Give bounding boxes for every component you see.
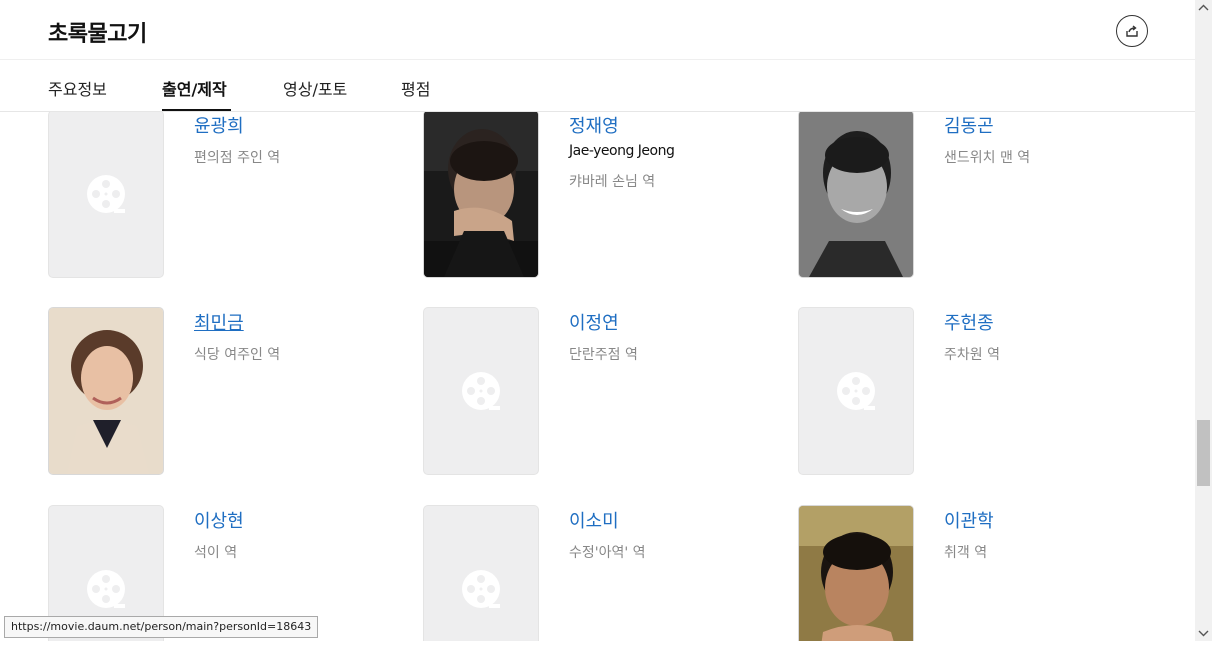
tab-main-info[interactable]: 주요정보	[48, 76, 107, 100]
cast-name-link[interactable]: 이상현	[194, 507, 244, 533]
person-photo[interactable]	[423, 110, 539, 278]
film-reel-icon	[87, 175, 125, 213]
cast-item: 이정연 단란주점 역	[423, 307, 783, 477]
cast-name-link[interactable]: 주헌종	[944, 309, 994, 335]
cast-name-link[interactable]: 이관학	[944, 507, 994, 533]
cast-role: 주차원 역	[944, 347, 1000, 363]
share-button[interactable]	[1116, 15, 1148, 47]
cast-role: 캬바레 손님 역	[569, 174, 656, 190]
cast-name-link[interactable]: 정재영	[569, 112, 619, 138]
cast-item: 윤광희 편의점 주인 역	[48, 110, 408, 280]
cast-item: 주헌종 주차원 역	[798, 307, 1158, 477]
placeholder-thumbnail[interactable]	[423, 307, 539, 475]
cast-name-link[interactable]: 김동곤	[944, 112, 994, 138]
cast-item: 이소미 수정'아역' 역	[423, 505, 783, 641]
scrollbar-thumb[interactable]	[1197, 420, 1210, 486]
status-bar-url: https://movie.daum.net/person/main?perso…	[4, 616, 319, 638]
vertical-scrollbar[interactable]	[1195, 0, 1212, 641]
page-header: 초록물고기 주요정보 출연/제작 영상/포토 평점	[0, 0, 1195, 112]
tab-video-photo[interactable]: 영상/포토	[283, 76, 347, 100]
film-reel-icon	[87, 570, 125, 608]
cast-item: 이관학 취객 역	[798, 505, 1158, 641]
page: 윤광희 편의점 주인 역 정재영 Jae-yeong Jeong 캬바레 손님 …	[0, 0, 1195, 641]
cast-role: 석이 역	[194, 545, 238, 561]
cast-item: 정재영 Jae-yeong Jeong 캬바레 손님 역	[423, 110, 783, 280]
portrait-image	[424, 111, 538, 277]
person-photo[interactable]	[798, 505, 914, 641]
cast-name-link[interactable]: 이정연	[569, 309, 619, 335]
cast-name-link[interactable]: 이소미	[569, 507, 619, 533]
cast-role: 편의점 주인 역	[194, 150, 281, 166]
scroll-down-arrow-icon[interactable]	[1195, 624, 1212, 641]
film-reel-icon	[462, 372, 500, 410]
portrait-image	[49, 308, 163, 474]
person-photo[interactable]	[798, 110, 914, 278]
portrait-image	[799, 111, 913, 277]
placeholder-thumbnail[interactable]	[48, 110, 164, 278]
cast-role: 수정'아역' 역	[569, 545, 646, 561]
film-reel-icon	[837, 372, 875, 410]
tab-bar: 주요정보 출연/제작 영상/포토 평점	[0, 60, 1195, 111]
placeholder-thumbnail[interactable]	[423, 505, 539, 641]
tab-cast-crew[interactable]: 출연/제작	[162, 76, 227, 100]
cast-item: 최민금 식당 여주인 역	[48, 307, 408, 477]
scroll-up-arrow-icon[interactable]	[1195, 0, 1212, 17]
cast-item: 김동곤 샌드위치 맨 역	[798, 110, 1158, 280]
cast-role: 단란주점 역	[569, 347, 638, 363]
cast-name-link[interactable]: 윤광희	[194, 112, 244, 138]
cast-english-name: Jae-yeong Jeong	[569, 143, 675, 159]
active-tab-indicator	[162, 109, 231, 111]
cast-role: 식당 여주인 역	[194, 347, 281, 363]
share-icon	[1126, 25, 1138, 37]
cast-role: 샌드위치 맨 역	[944, 150, 1031, 166]
film-reel-icon	[462, 570, 500, 608]
placeholder-thumbnail[interactable]	[798, 307, 914, 475]
cast-role: 취객 역	[944, 545, 988, 561]
portrait-image	[799, 506, 913, 641]
cast-name-link[interactable]: 최민금	[194, 309, 244, 335]
page-title: 초록물고기	[48, 22, 147, 47]
tab-ratings[interactable]: 평점	[401, 76, 430, 100]
person-photo[interactable]	[48, 307, 164, 475]
